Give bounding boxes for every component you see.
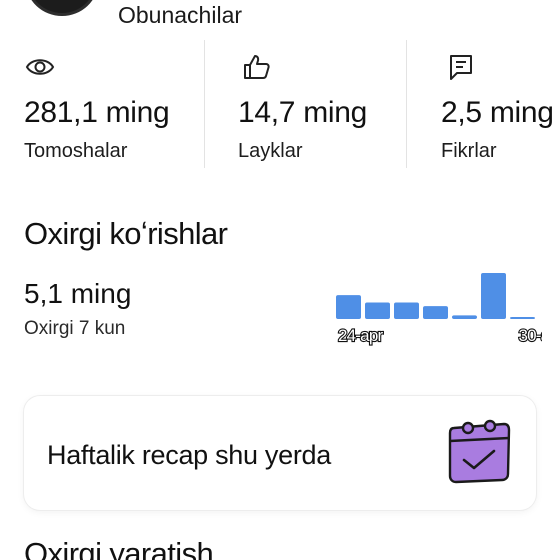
chart-tick-label: 30-apr [519,326,543,345]
stats-row: 281,1 ming Tomoshalar 14,7 ming Layklar … [0,40,560,168]
chart-bar-26-apr [394,302,419,319]
recent-views-title: Oxirgi koʻrishlar [24,216,228,251]
calendar-check-icon [448,419,511,484]
stat-label: Layklar [238,140,303,162]
chart-bar-30-apr [510,317,535,319]
recap-text: Haftalik recap shu yerda [47,440,331,470]
followers-label: Obunachilar [118,2,243,28]
chart-bar-24-apr [336,295,361,319]
chart-bar-25-apr [365,302,390,319]
eye-icon [25,59,55,75]
stat-likes[interactable]: 14,7 ming Layklar [204,40,406,168]
stat-comments[interactable]: 2,5 ming Fikrlar [406,40,560,168]
stat-value: 14,7 ming [238,96,368,129]
stat-value: 2,5 ming [441,96,554,129]
chart-bar-29-apr [481,273,506,319]
chart-tick-label: 24-apr [338,326,383,345]
avatar[interactable] [26,0,98,16]
recent-views-value: 5,1 ming [24,278,132,309]
weekly-recap-card[interactable]: Haftalik recap shu yerda [24,396,536,510]
last-creation-title: Oxirgi yaratish [24,536,214,560]
stat-value: 281,1 ming [24,96,170,129]
chart-bar-28-apr [452,315,477,319]
thumbs-up-icon [244,55,270,79]
chart-bar-27-apr [423,306,448,319]
stat-label: Tomoshalar [24,140,128,162]
recent-views-period: Oxirgi 7 kun [24,318,126,339]
comment-icon [450,55,472,80]
stat-label: Fikrlar [441,140,497,162]
weekly-views-chart[interactable]: 24-apr 30-apr [330,264,542,348]
stat-views[interactable]: 281,1 ming Tomoshalar [0,40,204,168]
